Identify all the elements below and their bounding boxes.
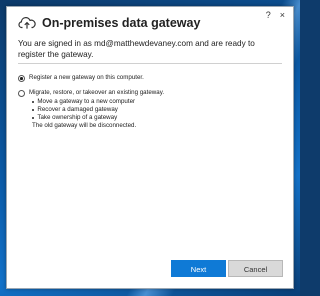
migrate-label: Migrate, restore, or takeover an existin… — [29, 89, 165, 96]
register-new-gateway-option[interactable]: Register a new gateway on this computer. — [18, 74, 144, 82]
divider — [18, 63, 282, 64]
list-item: Recover a damaged gateway — [32, 106, 135, 114]
disconnect-note: The old gateway will be disconnected. — [32, 122, 137, 129]
bullet-text: Recover a damaged gateway — [37, 106, 118, 113]
bullet-text: Take ownership of a gateway — [37, 114, 118, 121]
help-button[interactable]: ? — [266, 10, 271, 20]
register-new-label: Register a new gateway on this computer. — [29, 74, 144, 81]
close-button[interactable]: × — [280, 10, 285, 20]
radio-migrate[interactable] — [18, 90, 25, 97]
bullet-icon — [32, 108, 35, 112]
radio-register-new[interactable] — [18, 75, 25, 82]
migrate-bullet-list: Move a gateway to a new computer Recover… — [32, 98, 135, 122]
signed-in-message: You are signed in as md@matthewdevaney.c… — [18, 39, 255, 59]
dialog-header: On-premises data gateway — [18, 16, 200, 30]
cancel-button[interactable]: Cancel — [228, 260, 283, 277]
gateway-dialog: ? × On-premises data gateway You are sig… — [6, 6, 294, 289]
cloud-upload-icon — [18, 17, 36, 29]
list-item: Take ownership of a gateway — [32, 114, 135, 122]
bullet-text: Move a gateway to a new computer — [37, 98, 136, 105]
next-button[interactable]: Next — [171, 260, 226, 277]
bullet-icon — [32, 116, 35, 120]
window-controls: ? × — [266, 10, 285, 20]
dialog-title: On-premises data gateway — [42, 16, 201, 30]
migrate-gateway-option[interactable]: Migrate, restore, or takeover an existin… — [18, 89, 164, 97]
list-item: Move a gateway to a new computer — [32, 98, 135, 106]
bullet-icon — [32, 100, 35, 104]
